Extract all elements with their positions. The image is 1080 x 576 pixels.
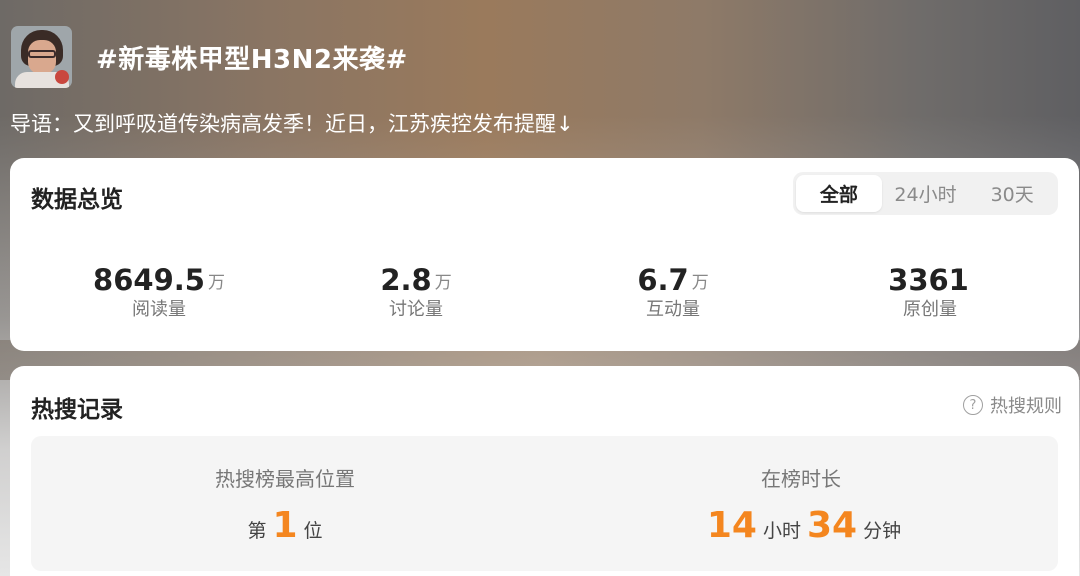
stat-interactions: 6.7 万 互动量 xyxy=(543,258,803,322)
avatar-logo xyxy=(55,70,69,84)
tab-all[interactable]: 全部 xyxy=(796,175,882,212)
overview-stats: 8649.5 万 阅读量 2.8 万 讨论量 6.7 万 互动量 3361 原创 xyxy=(10,258,1079,328)
stat-interactions-label: 互动量 xyxy=(646,299,700,320)
hot-search-rules-label: 热搜规则 xyxy=(990,396,1062,417)
stat-originals: 3361 原创量 xyxy=(800,258,1060,322)
stat-reads-value: 8649.5 xyxy=(93,263,205,297)
help-icon: ? xyxy=(963,395,983,415)
duration-hours: 14 xyxy=(706,505,757,546)
topic-lead[interactable]: 导语：又到呼吸道传染病高发季！近日，江苏疾控发布提醒↓ xyxy=(10,110,574,138)
peak-rank-metric: 热搜榜最高位置 第 1 位 xyxy=(65,464,505,546)
hot-search-title: 热搜记录 xyxy=(31,397,123,423)
hot-search-card: 热搜记录 ? 热搜规则 热搜榜最高位置 第 1 位 在榜时长 14 小时 34 … xyxy=(10,366,1079,576)
overview-title: 数据总览 xyxy=(31,187,123,213)
peak-rank-label: 热搜榜最高位置 xyxy=(215,467,355,491)
duration-label: 在榜时长 xyxy=(761,467,841,491)
stat-reads-label: 阅读量 xyxy=(132,299,186,320)
duration-minutes: 34 xyxy=(807,505,858,546)
duration-metric: 在榜时长 14 小时 34 分钟 xyxy=(581,464,1021,546)
tab-24h[interactable]: 24小时 xyxy=(882,175,970,212)
hot-search-rules-link[interactable]: ? 热搜规则 xyxy=(963,392,1062,418)
avatar-glasses xyxy=(28,50,56,58)
stat-interactions-unit: 万 xyxy=(691,273,709,293)
overview-card: 数据总览 全部 24小时 30天 8649.5 万 阅读量 2.8 万 讨论量 … xyxy=(10,158,1079,351)
peak-rank-prefix: 第 xyxy=(247,520,267,542)
stat-discussions-unit: 万 xyxy=(434,273,452,293)
hot-search-panel: 热搜榜最高位置 第 1 位 在榜时长 14 小时 34 分钟 xyxy=(31,436,1058,571)
stat-originals-value: 3361 xyxy=(888,263,969,297)
stat-interactions-value: 6.7 xyxy=(637,263,689,297)
peak-rank-value: 1 xyxy=(272,505,298,546)
tab-30d[interactable]: 30天 xyxy=(969,175,1055,212)
topic-title: #新毒株甲型H3N2来袭# xyxy=(96,44,408,75)
duration-minutes-unit: 分钟 xyxy=(863,520,902,542)
peak-rank-suffix: 位 xyxy=(303,520,323,542)
stat-discussions: 2.8 万 讨论量 xyxy=(286,258,546,322)
stat-discussions-label: 讨论量 xyxy=(389,299,443,320)
stat-originals-label: 原创量 xyxy=(903,299,957,320)
topic-header: #新毒株甲型H3N2来袭# xyxy=(11,26,408,88)
stat-reads-unit: 万 xyxy=(207,273,225,293)
topic-avatar[interactable] xyxy=(11,26,72,88)
stat-reads: 8649.5 万 阅读量 xyxy=(29,258,289,322)
stat-discussions-value: 2.8 xyxy=(380,263,432,297)
duration-hours-unit: 小时 xyxy=(762,520,801,542)
time-range-tabs: 全部 24小时 30天 xyxy=(793,172,1058,215)
